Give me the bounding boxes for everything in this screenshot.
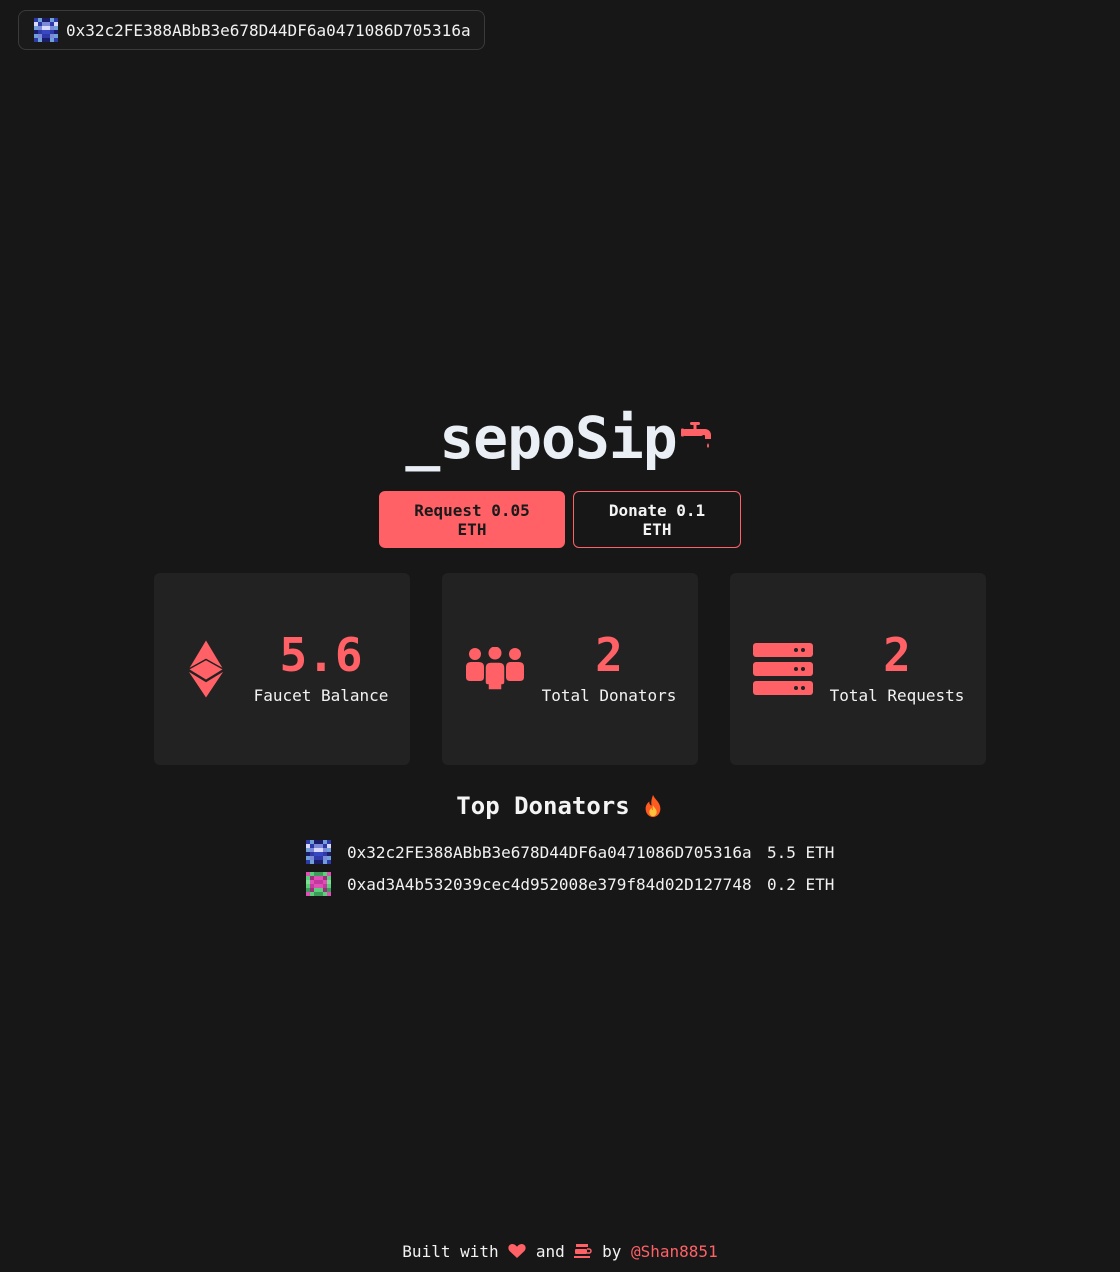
coffee-icon (574, 1244, 593, 1258)
author-link[interactable]: @Shan8851 (631, 1242, 718, 1261)
stat-label: Faucet Balance (253, 686, 389, 705)
list-item: 0x32c2FE388ABbB3e678D44DF6a0471086D70531… (306, 836, 846, 868)
stat-text: 2 Total Donators (534, 628, 684, 705)
stat-label: Total Requests (829, 686, 965, 705)
stat-value: 5.6 (279, 628, 363, 682)
stat-text: 5.6 Faucet Balance (246, 628, 396, 705)
donator-avatar (306, 871, 331, 897)
donator-address: 0x32c2FE388ABbB3e678D44DF6a0471086D70531… (347, 842, 752, 862)
stat-label: Total Donators (541, 686, 677, 705)
stat-value: 2 (595, 628, 623, 682)
footer-and: and (535, 1242, 565, 1261)
fire-icon (645, 794, 661, 818)
page-title: _sepoSip (405, 404, 677, 472)
users-icon (466, 647, 524, 691)
faucet-icon (680, 422, 711, 448)
server-icon (753, 643, 813, 695)
list-item: 0xad3A4b532039cec4d952008e379f84d02D1277… (306, 868, 846, 900)
footer: Built with and by @Shan8851 (0, 1240, 1120, 1264)
stat-text: 2 Total Requests (822, 628, 972, 705)
top-donators-title: Top Donators (456, 792, 630, 820)
brand: _sepoSip (405, 402, 714, 474)
stats-row: 5.6 Faucet Balance 2 Total Donators 2 To… (154, 573, 986, 765)
heart-icon (508, 1244, 526, 1258)
top-donators-list: 0x32c2FE388ABbB3e678D44DF6a0471086D70531… (306, 836, 846, 900)
ethereum-icon (188, 640, 224, 698)
stat-card-total-requests: 2 Total Requests (730, 573, 986, 765)
donator-address: 0xad3A4b532039cec4d952008e379f84d02D1277… (347, 874, 752, 894)
hero: _sepoSip (0, 402, 1120, 474)
stat-card-total-donators: 2 Total Donators (442, 573, 698, 765)
top-donators-heading: Top Donators (456, 790, 663, 822)
footer-by: by (602, 1242, 622, 1261)
wallet-address: 0x32c2FE388ABbB3e678D44DF6a0471086D70531… (66, 20, 471, 40)
action-buttons: Request 0.05 ETH Donate 0.1 ETH (0, 491, 1120, 548)
footer-built-with: Built with (402, 1242, 499, 1261)
top-donators-section: Top Donators (0, 790, 1120, 822)
stat-value: 2 (883, 628, 911, 682)
donator-amount: 5.5 ETH (767, 842, 835, 862)
request-eth-button[interactable]: Request 0.05 ETH (379, 491, 565, 548)
wallet-avatar (34, 18, 58, 42)
donate-eth-button[interactable]: Donate 0.1 ETH (573, 491, 741, 548)
wallet-account-button[interactable]: 0x32c2FE388ABbB3e678D44DF6a0471086D70531… (18, 10, 485, 50)
stat-card-faucet-balance: 5.6 Faucet Balance (154, 573, 410, 765)
donator-avatar (306, 839, 331, 865)
donator-amount: 0.2 ETH (767, 874, 835, 894)
